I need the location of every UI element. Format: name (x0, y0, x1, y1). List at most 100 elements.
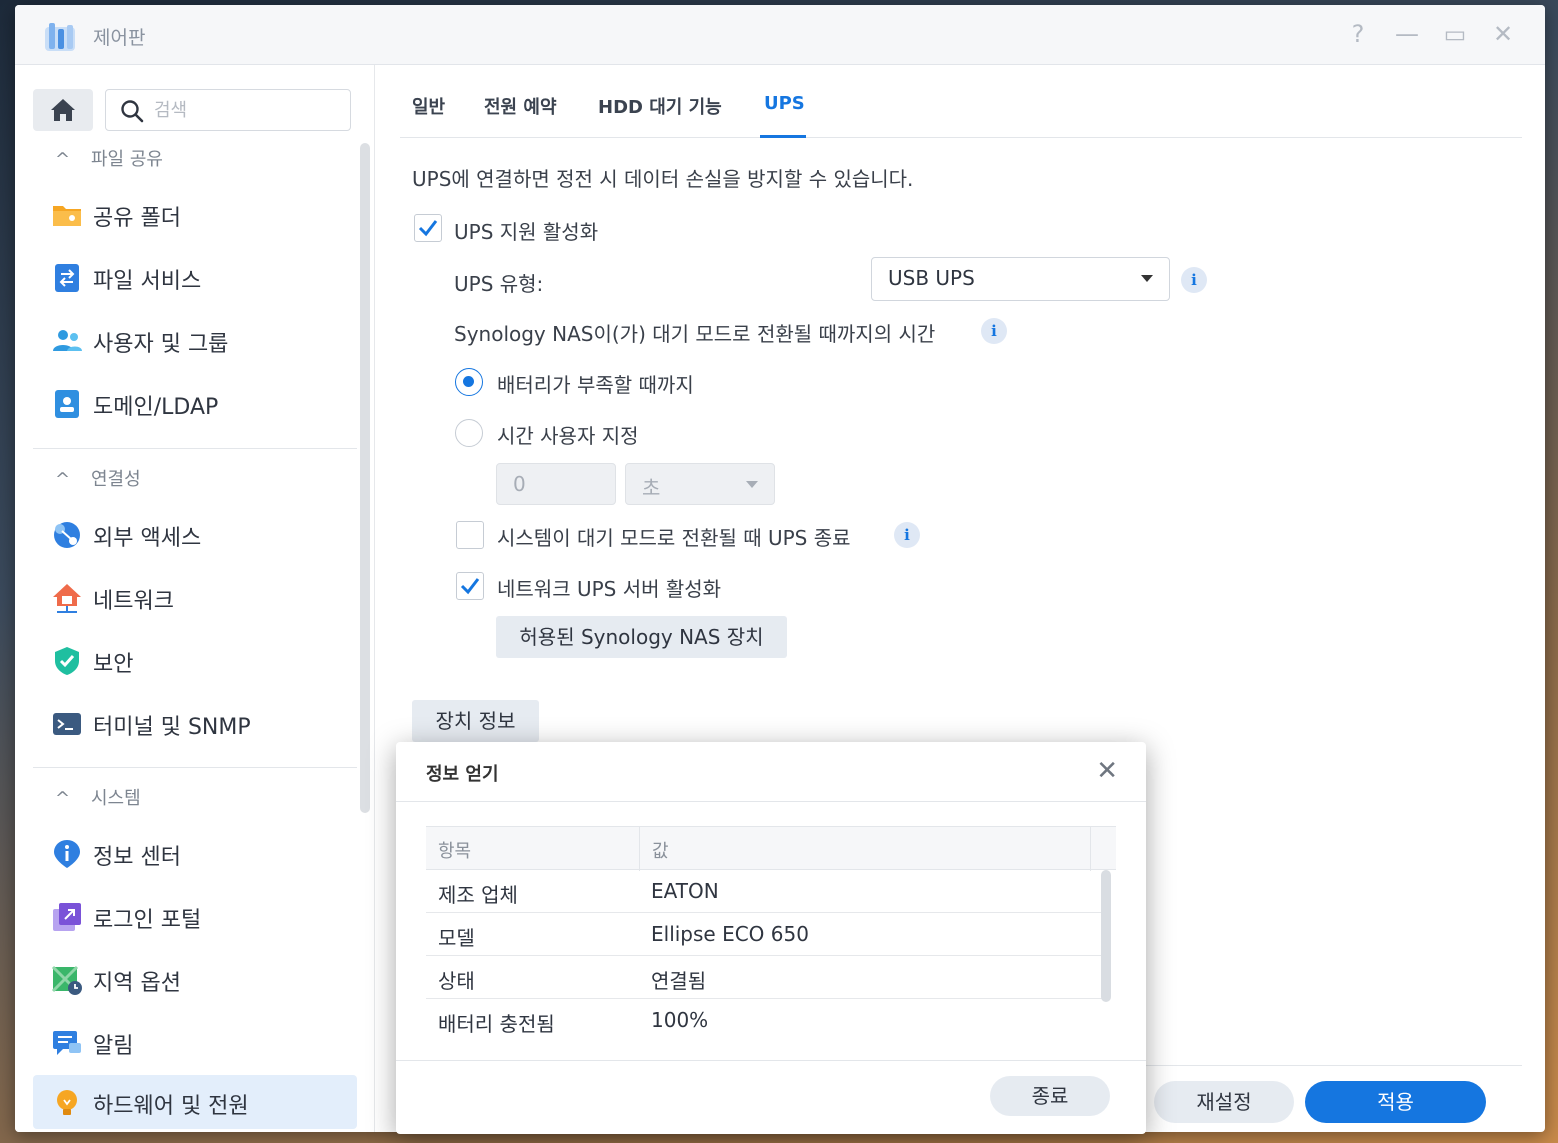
table-row: 제조 업체 EATON (426, 870, 1102, 913)
enable-ups-checkbox[interactable] (414, 214, 442, 242)
ups-type-label: UPS 유형: (454, 272, 544, 296)
active-tab-indicator (760, 135, 806, 138)
sidebar-item-security[interactable]: 보안 (33, 633, 357, 687)
column-header-item[interactable]: 항목 (438, 837, 471, 863)
sidebar-item-label: 터미널 및 SNMP (93, 715, 251, 740)
table-row: 배터리 충전됨 100% (426, 999, 1102, 1042)
section-header-connectivity[interactable]: ^ 연결성 (55, 465, 141, 495)
column-header-value[interactable]: 값 (652, 837, 669, 863)
sidebar-item-regional-options[interactable]: 지역 옵션 (33, 952, 357, 1006)
help-button[interactable]: ? (1343, 19, 1373, 49)
network-icon (53, 584, 81, 613)
info-icon[interactable]: i (894, 522, 920, 548)
get-info-dialog: 정보 얻기 ✕ 항목 값 제조 업체 EATON 모델 Ellipse ECO … (396, 742, 1146, 1134)
login-portal-icon (53, 903, 81, 931)
column-separator[interactable] (1090, 827, 1091, 871)
sidebar-item-network[interactable]: 네트워크 (33, 570, 357, 624)
column-separator[interactable] (639, 827, 640, 871)
sidebar-item-terminal-snmp[interactable]: 터미널 및 SNMP (33, 696, 357, 750)
home-icon (51, 99, 75, 121)
table-scrollbar[interactable] (1101, 870, 1111, 1002)
hardware-power-icon (57, 1090, 77, 1115)
device-info-button[interactable]: 장치 정보 (412, 700, 539, 742)
radio-custom-time[interactable] (455, 419, 483, 447)
cell-item: 모델 (438, 926, 475, 950)
cell-value: 100% (651, 1008, 709, 1032)
tab-ups[interactable]: UPS (764, 93, 805, 114)
users-groups-icon (53, 330, 82, 351)
regional-options-icon (51, 965, 82, 995)
control-panel-app-icon (45, 23, 75, 51)
sidebar-item-file-services[interactable]: 파일 서비스 (33, 250, 357, 304)
search-input[interactable] (154, 96, 334, 124)
cell-value: 연결됨 (651, 969, 707, 993)
custom-time-value: 0 (513, 472, 526, 496)
sidebar-scrollbar[interactable] (360, 143, 370, 813)
tab-power-schedule[interactable]: 전원 예약 (484, 93, 557, 119)
info-icon[interactable]: i (981, 318, 1007, 344)
allowed-devices-button[interactable]: 허용된 Synology NAS 장치 (496, 616, 787, 658)
ups-type-select[interactable]: USB UPS (871, 257, 1170, 301)
sidebar-item-label: 알림 (93, 1034, 134, 1059)
search-icon (121, 100, 144, 123)
sidebar-item-hardware-power[interactable]: 하드웨어 및 전원 (33, 1075, 357, 1129)
sidebar-item-external-access[interactable]: 외부 액세스 (33, 507, 357, 561)
sidebar-item-info-center[interactable]: 정보 센터 (33, 826, 357, 880)
sidebar-item-notification[interactable]: 알림 (33, 1015, 357, 1069)
maximize-button[interactable]: ▭ (1440, 19, 1470, 49)
table-header: 항목 값 (426, 826, 1116, 871)
security-shield-icon (55, 647, 79, 675)
shared-folder-icon (53, 206, 81, 226)
reset-button[interactable]: 재설정 (1154, 1081, 1294, 1123)
section-header-file-sharing[interactable]: ^ 파일 공유 (55, 145, 163, 175)
tab-general[interactable]: 일반 (412, 93, 445, 119)
file-services-icon (55, 264, 79, 292)
section-title: 시스템 (91, 788, 141, 809)
dialog-title: 정보 얻기 (426, 764, 499, 785)
dialog-close-icon[interactable]: ✕ (1096, 756, 1118, 786)
sidebar-item-label: 공유 폴더 (93, 206, 181, 231)
sidebar-item-label: 정보 센터 (93, 845, 181, 870)
home-button[interactable] (33, 89, 93, 131)
sidebar-item-label: 사용자 및 그룹 (93, 332, 229, 357)
sidebar-item-label: 외부 액세스 (93, 526, 202, 551)
info-center-icon (54, 840, 80, 868)
custom-time-unit-select[interactable]: 초 (625, 463, 775, 505)
tab-hdd-hibernation[interactable]: HDD 대기 기능 (598, 93, 722, 119)
section-header-system[interactable]: ^ 시스템 (55, 784, 141, 814)
sidebar-item-login-portal[interactable]: 로그인 포털 (33, 889, 357, 943)
search-box[interactable] (105, 89, 351, 131)
info-icon[interactable]: i (1181, 267, 1207, 293)
sidebar-item-shared-folder[interactable]: 공유 폴더 (33, 187, 357, 241)
sidebar-item-label: 하드웨어 및 전원 (93, 1094, 249, 1119)
checkmark-icon (418, 220, 438, 237)
window-title: 제어판 (93, 27, 146, 49)
sidebar-item-domain-ldap[interactable]: 도메인/LDAP (33, 376, 357, 430)
tab-bar: 일반 전원 예약 HDD 대기 기능 UPS (400, 65, 1522, 138)
sidebar-item-users-groups[interactable]: 사용자 및 그룹 (33, 313, 357, 367)
chevron-up-icon: ^ (55, 469, 71, 490)
cell-item: 상태 (438, 969, 475, 993)
sidebar-item-label: 도메인/LDAP (93, 395, 219, 420)
domain-ldap-icon (55, 390, 79, 418)
enable-ups-label: UPS 지원 활성화 (454, 220, 599, 244)
cell-item: 배터리 충전됨 (438, 1012, 555, 1036)
sidebar-divider (33, 448, 357, 449)
radio-battery-low[interactable] (455, 368, 483, 396)
dropdown-caret-icon (1141, 275, 1153, 282)
ups-description: UPS에 연결하면 정전 시 데이터 손실을 방지할 수 있습니다. (412, 167, 914, 191)
dialog-close-button[interactable]: 종료 (990, 1076, 1110, 1116)
standby-time-label: Synology NAS이(가) 대기 모드로 전환될 때까지의 시간 (454, 322, 936, 346)
shutdown-ups-checkbox[interactable] (456, 521, 484, 549)
title-bar: 제어판 ? — ▭ ✕ (15, 5, 1545, 65)
apply-button[interactable]: 적용 (1305, 1081, 1486, 1123)
sidebar-item-label: 지역 옵션 (93, 971, 181, 996)
sidebar: ^ 파일 공유 공유 폴더 파일 서비스 사용자 및 그룹 (15, 65, 375, 1132)
minimize-button[interactable]: — (1392, 19, 1422, 49)
custom-time-input[interactable]: 0 (496, 463, 616, 505)
close-window-button[interactable]: ✕ (1488, 19, 1518, 49)
sidebar-item-label: 로그인 포털 (93, 908, 202, 933)
ups-type-value: USB UPS (888, 266, 975, 290)
network-ups-server-checkbox[interactable] (456, 572, 484, 600)
section-title: 연결성 (91, 469, 141, 490)
